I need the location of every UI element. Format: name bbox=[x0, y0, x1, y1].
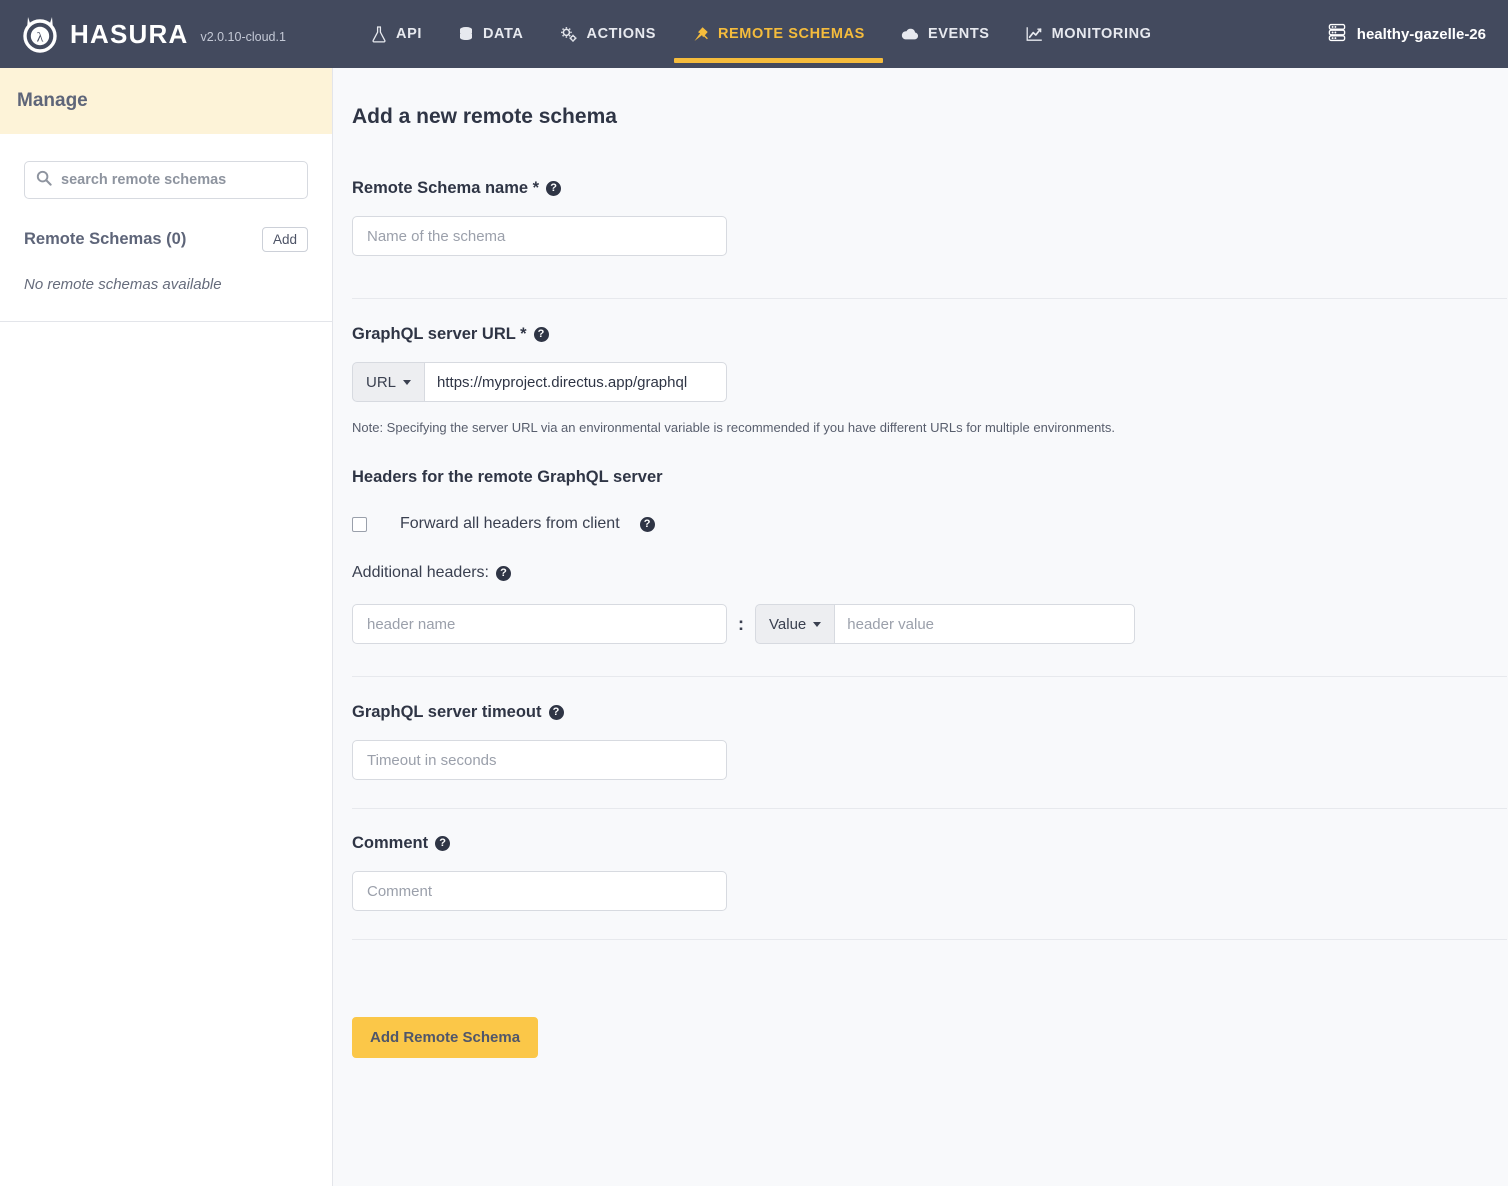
chart-line-icon bbox=[1026, 26, 1043, 42]
additional-headers-label: Additional headers: bbox=[352, 564, 489, 581]
header-separator: : bbox=[738, 613, 744, 634]
nav-item-monitoring-label: MONITORING bbox=[1051, 26, 1152, 42]
brand-area[interactable]: λ HASURA v2.0.10-cloud.1 bbox=[0, 0, 333, 68]
nav-item-api-label: API bbox=[396, 26, 422, 42]
top-navigation-bar: λ HASURA v2.0.10-cloud.1 API DATA ACTION… bbox=[0, 0, 1508, 68]
header-value-group: Value bbox=[755, 604, 1135, 644]
forward-all-headers-checkbox[interactable] bbox=[352, 516, 367, 532]
hasura-mascot-logo-icon: λ bbox=[18, 12, 62, 56]
schema-name-help-icon[interactable]: ? bbox=[546, 181, 562, 196]
headers-section: Headers for the remote GraphQL server Fo… bbox=[352, 468, 1508, 644]
comment-label-row: Comment ? bbox=[352, 834, 1488, 853]
additional-header-row: : Value bbox=[352, 604, 1488, 644]
schema-name-input[interactable] bbox=[352, 216, 727, 256]
nav-item-events[interactable]: EVENTS bbox=[883, 0, 1008, 68]
add-remote-schema-sidebar-button[interactable]: Add bbox=[261, 227, 308, 252]
server-url-type-label: URL bbox=[366, 373, 397, 391]
submit-section: Add Remote Schema bbox=[352, 1017, 1508, 1058]
timeout-input[interactable] bbox=[352, 740, 727, 780]
nav-item-events-label: EVENTS bbox=[927, 26, 990, 42]
sidebar: Manage search remote schemas Remote Sche… bbox=[0, 68, 333, 1186]
forward-all-headers-label: Forward all headers from client bbox=[400, 515, 620, 532]
project-name: healthy-gazelle-26 bbox=[1356, 25, 1486, 43]
comment-section: Comment ? bbox=[352, 834, 1508, 911]
header-name-input[interactable] bbox=[352, 604, 727, 644]
forward-all-headers-help-icon[interactable]: ? bbox=[639, 516, 655, 532]
server-url-label: GraphQL server URL * bbox=[352, 325, 527, 343]
timeout-label: GraphQL server timeout bbox=[352, 703, 542, 721]
chevron-down-icon bbox=[403, 379, 412, 385]
empty-list-message: No remote schemas available bbox=[24, 276, 222, 293]
remote-schemas-list-header: Remote Schemas (0) Add bbox=[24, 227, 308, 252]
additional-headers-help-icon[interactable]: ? bbox=[495, 565, 511, 581]
chevron-down-icon bbox=[813, 621, 822, 627]
headers-section-label: Headers for the remote GraphQL server bbox=[352, 468, 663, 486]
plug-icon bbox=[692, 26, 709, 43]
header-value-type-dropdown[interactable]: Value bbox=[755, 604, 835, 644]
main-content: Add a new remote schema Remote Schema na… bbox=[333, 68, 1508, 1186]
search-icon bbox=[36, 170, 52, 191]
sidebar-content: search remote schemas Remote Schemas (0)… bbox=[0, 134, 332, 322]
server-url-help-icon[interactable]: ? bbox=[533, 327, 549, 342]
header-value-input[interactable] bbox=[834, 604, 1135, 644]
schema-name-label: Remote Schema name * bbox=[352, 179, 540, 197]
add-remote-schema-submit-button[interactable]: Add Remote Schema bbox=[352, 1017, 539, 1058]
nav-item-data[interactable]: DATA bbox=[440, 0, 542, 68]
brand-version: v2.0.10-cloud.1 bbox=[200, 30, 286, 44]
divider-2 bbox=[352, 676, 1507, 677]
svg-text:λ: λ bbox=[37, 31, 44, 46]
server-url-note: Note: Specifying the server URL via an e… bbox=[352, 420, 1116, 435]
server-rack-icon bbox=[1327, 23, 1347, 46]
nav-item-actions-label: ACTIONS bbox=[586, 26, 656, 42]
comment-help-icon[interactable]: ? bbox=[435, 836, 451, 851]
nav-item-remote-schemas-label: REMOTE SCHEMAS bbox=[717, 26, 865, 42]
database-icon bbox=[458, 26, 474, 43]
body-container: Manage search remote schemas Remote Sche… bbox=[0, 68, 1508, 1186]
server-url-label-row: GraphQL server URL * ? bbox=[352, 325, 1488, 344]
sidebar-header: Manage bbox=[0, 68, 332, 134]
nav-item-actions[interactable]: ACTIONS bbox=[542, 0, 674, 68]
page-title: Add a new remote schema bbox=[352, 105, 617, 128]
main-nav: API DATA ACTIONS REMOTE SCHEMAS EVENTS M… bbox=[333, 0, 1327, 68]
server-url-input-group: URL bbox=[352, 362, 727, 402]
comment-input[interactable] bbox=[352, 871, 727, 911]
divider-1 bbox=[352, 298, 1507, 299]
schema-name-label-row: Remote Schema name * ? bbox=[352, 179, 1488, 198]
server-url-section: GraphQL server URL * ? URL Note: Specify… bbox=[352, 325, 1508, 435]
gears-icon bbox=[560, 26, 578, 43]
flask-icon bbox=[371, 25, 387, 43]
nav-item-remote-schemas[interactable]: REMOTE SCHEMAS bbox=[673, 0, 883, 68]
additional-headers-label-row: Additional headers: ? bbox=[352, 564, 1488, 582]
brand-wordmark: HASURA bbox=[70, 18, 189, 49]
search-remote-schemas-input[interactable]: search remote schemas bbox=[24, 161, 308, 199]
search-placeholder: search remote schemas bbox=[61, 172, 227, 188]
server-url-type-dropdown[interactable]: URL bbox=[352, 362, 425, 402]
timeout-label-row: GraphQL server timeout ? bbox=[352, 703, 1488, 722]
nav-item-monitoring[interactable]: MONITORING bbox=[1008, 0, 1170, 68]
comment-label: Comment bbox=[352, 834, 429, 852]
remote-schemas-count-label: Remote Schemas (0) bbox=[24, 230, 187, 248]
server-url-input[interactable] bbox=[424, 362, 727, 402]
divider-3 bbox=[352, 808, 1507, 809]
timeout-help-icon[interactable]: ? bbox=[548, 705, 564, 720]
sidebar-filler bbox=[0, 322, 332, 1186]
header-value-type-label: Value bbox=[769, 615, 807, 633]
project-selector[interactable]: healthy-gazelle-26 bbox=[1327, 0, 1508, 68]
nav-item-api[interactable]: API bbox=[353, 0, 440, 68]
forward-all-headers-row: Forward all headers from client ? bbox=[352, 515, 1488, 533]
divider-4 bbox=[352, 939, 1507, 940]
cloud-icon bbox=[901, 27, 919, 41]
timeout-section: GraphQL server timeout ? bbox=[352, 703, 1508, 780]
nav-item-data-label: DATA bbox=[482, 26, 524, 42]
schema-name-section: Remote Schema name * ? bbox=[352, 179, 1508, 256]
